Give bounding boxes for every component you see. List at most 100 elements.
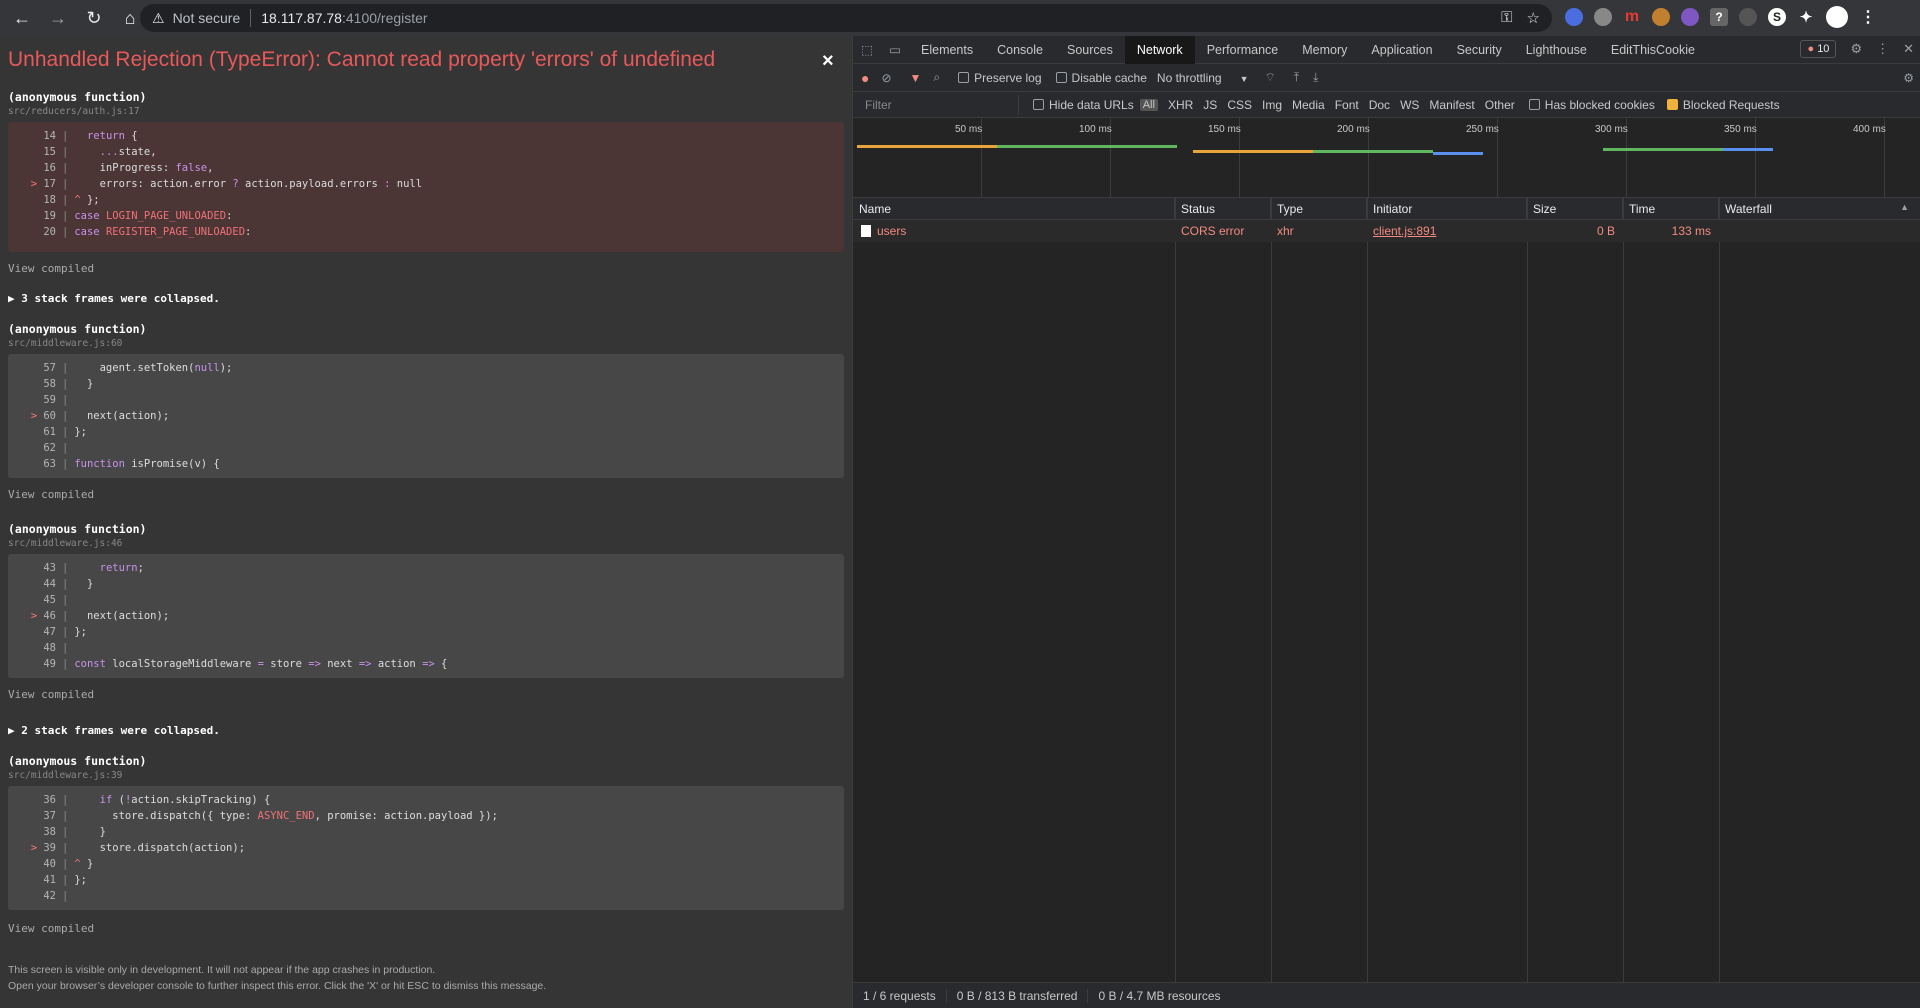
throttling-value: No throttling <box>1156 70 1222 85</box>
filter-js[interactable]: JS <box>1203 98 1217 112</box>
filter-input[interactable]: Filter <box>859 94 1019 115</box>
collapsed-frames-toggle[interactable]: ▶ 3 stack frames were collapsed. <box>8 292 220 305</box>
disable-cache-checkbox[interactable]: Disable cache <box>1055 71 1147 85</box>
tab-performance[interactable]: Performance <box>1195 36 1291 64</box>
clock-icon[interactable] <box>1681 8 1699 26</box>
settings-icon[interactable]: ⚙ <box>1850 41 1862 57</box>
timeline-tick-label: 400 ms <box>1853 124 1886 135</box>
search-icon[interactable]: ⌕ <box>933 70 940 85</box>
filter-media[interactable]: Media <box>1292 98 1325 112</box>
security-label: Not secure <box>172 10 241 26</box>
filter-doc[interactable]: Doc <box>1369 98 1390 112</box>
tab-network[interactable]: Network <box>1124 35 1195 64</box>
avatar[interactable] <box>1826 6 1848 28</box>
more-options-icon[interactable]: ⋮ <box>1876 41 1889 57</box>
document-icon <box>861 225 871 237</box>
column-initiator[interactable]: Initiator <box>1367 198 1527 220</box>
close-devtools-icon[interactable]: ✕ <box>1903 41 1914 57</box>
key-icon[interactable]: ⚿ <box>1501 9 1512 27</box>
preserve-log-checkbox[interactable]: Preserve log <box>958 71 1042 85</box>
tab-security[interactable]: Security <box>1445 36 1514 64</box>
view-compiled-link[interactable]: View compiled <box>8 262 94 275</box>
tab-console[interactable]: Console <box>985 36 1055 64</box>
extension-icon-2[interactable] <box>1594 8 1612 26</box>
has-blocked-cookies-checkbox[interactable]: Has blocked cookies <box>1528 98 1655 112</box>
code-line: 62 | <box>43 442 69 454</box>
devtools-tabs: ⬚ ▭ Elements Console Sources Network Per… <box>853 35 1920 64</box>
network-settings-icon[interactable]: ⚙ <box>1903 71 1914 85</box>
code-snippet: 14 | return { 15 | ...state, 16 | inProgres… <box>8 122 844 252</box>
omnibox-divider <box>250 9 252 27</box>
filter-other[interactable]: Other <box>1485 98 1515 112</box>
address-bar[interactable]: ⚠ Not secure 18.117.87.78:4100/register … <box>140 4 1552 32</box>
request-name-cell: users <box>855 220 906 242</box>
throttling-select[interactable]: No throttling ▼ <box>1157 71 1249 85</box>
download-icon[interactable]: ⤓ <box>1313 70 1318 85</box>
column-name[interactable]: Name <box>853 198 1175 220</box>
requests-count: 1 / 6 requests <box>853 988 947 1003</box>
extension-icon-1[interactable] <box>1565 8 1583 26</box>
menu-icon[interactable]: ⋮ <box>1859 8 1877 26</box>
device-toolbar-icon[interactable]: ▭ <box>881 42 909 57</box>
code-line: 42 | <box>43 890 69 902</box>
frame-file: src/middleware.js:39 <box>8 770 123 781</box>
inspect-icon[interactable]: ⬚ <box>853 42 881 57</box>
column-waterfall[interactable]: Waterfall <box>1719 198 1920 220</box>
column-divider <box>1623 198 1624 1008</box>
wifi-icon[interactable]: ⌔ <box>1265 70 1276 85</box>
back-icon[interactable]: ← <box>8 4 36 32</box>
close-icon[interactable]: × <box>822 50 834 73</box>
forward-icon[interactable]: → <box>44 4 72 32</box>
column-status[interactable]: Status <box>1175 198 1271 220</box>
tab-memory[interactable]: Memory <box>1290 36 1359 64</box>
tab-editthiscookie[interactable]: EditThisCookie <box>1599 36 1707 64</box>
table-row[interactable]: users CORS error xhr client.js:891 0 B 1… <box>853 220 1920 242</box>
reload-icon[interactable]: ↻ <box>80 4 108 32</box>
filter-img[interactable]: Img <box>1262 98 1282 112</box>
view-compiled-link[interactable]: View compiled <box>8 922 94 935</box>
checkbox-icon <box>1528 98 1540 110</box>
network-overview[interactable]: 50 ms 100 ms 150 ms 200 ms 250 ms 300 ms… <box>853 118 1920 198</box>
star-icon[interactable]: ☆ <box>1527 9 1540 27</box>
collapsed-frames-toggle[interactable]: ▶ 2 stack frames were collapsed. <box>8 724 220 737</box>
filter-xhr[interactable]: XHR <box>1168 98 1193 112</box>
tab-elements[interactable]: Elements <box>909 36 985 64</box>
upload-icon[interactable]: ⤒ <box>1294 70 1299 85</box>
sort-asc-icon[interactable]: ▲ <box>1900 202 1909 212</box>
checkbox-icon <box>1033 98 1044 110</box>
filter-icon[interactable]: ▼ <box>910 71 922 85</box>
filter-ws[interactable]: WS <box>1400 98 1419 112</box>
view-compiled-link[interactable]: View compiled <box>8 688 94 701</box>
filter-css[interactable]: CSS <box>1227 98 1252 112</box>
view-compiled-link[interactable]: View compiled <box>8 488 94 501</box>
column-type[interactable]: Type <box>1271 198 1367 220</box>
extension-m-icon[interactable]: m <box>1623 8 1641 26</box>
error-count-badge[interactable]: ● 10 <box>1800 40 1837 58</box>
filter-all-button[interactable]: All <box>1139 98 1158 111</box>
help-icon[interactable]: ? <box>1710 8 1728 26</box>
tab-application[interactable]: Application <box>1359 36 1444 64</box>
clear-icon[interactable]: ⊘ <box>881 71 891 85</box>
cookie-icon[interactable] <box>1652 8 1670 26</box>
blocked-requests-checkbox[interactable]: Blocked Requests <box>1666 98 1780 112</box>
devtools-panel: ⬚ ▭ Elements Console Sources Network Per… <box>852 35 1920 1008</box>
tab-sources[interactable]: Sources <box>1055 36 1125 64</box>
tab-lighthouse[interactable]: Lighthouse <box>1514 36 1599 64</box>
s-extension-icon[interactable]: S <box>1768 8 1786 26</box>
code-line: 57 | agent.setToken(null); <box>43 362 233 374</box>
column-time[interactable]: Time <box>1623 198 1719 220</box>
puzzle-icon[interactable]: ✦ <box>1797 8 1815 26</box>
request-initiator-link[interactable]: client.js:891 <box>1367 220 1436 242</box>
code-line-highlighted: > 39 | store.dispatch(action); <box>30 842 246 854</box>
column-divider <box>1271 198 1272 1008</box>
record-icon[interactable]: ● <box>861 70 869 86</box>
filter-font[interactable]: Font <box>1335 98 1359 112</box>
column-size[interactable]: Size <box>1527 198 1623 220</box>
timeline-bar <box>1313 150 1433 153</box>
filter-manifest[interactable]: Manifest <box>1429 98 1474 112</box>
hide-data-urls-checkbox[interactable]: Hide data URLs <box>1033 98 1134 112</box>
headphones-icon[interactable] <box>1739 8 1757 26</box>
requests-table-header: Name Status Type Initiator Size Time Wat… <box>853 198 1920 220</box>
code-line: 20 | case REGISTER_PAGE_UNLOADED: <box>43 226 252 238</box>
code-snippet: 36 | if (!action.skipTracking) { 37 | stor… <box>8 786 844 910</box>
